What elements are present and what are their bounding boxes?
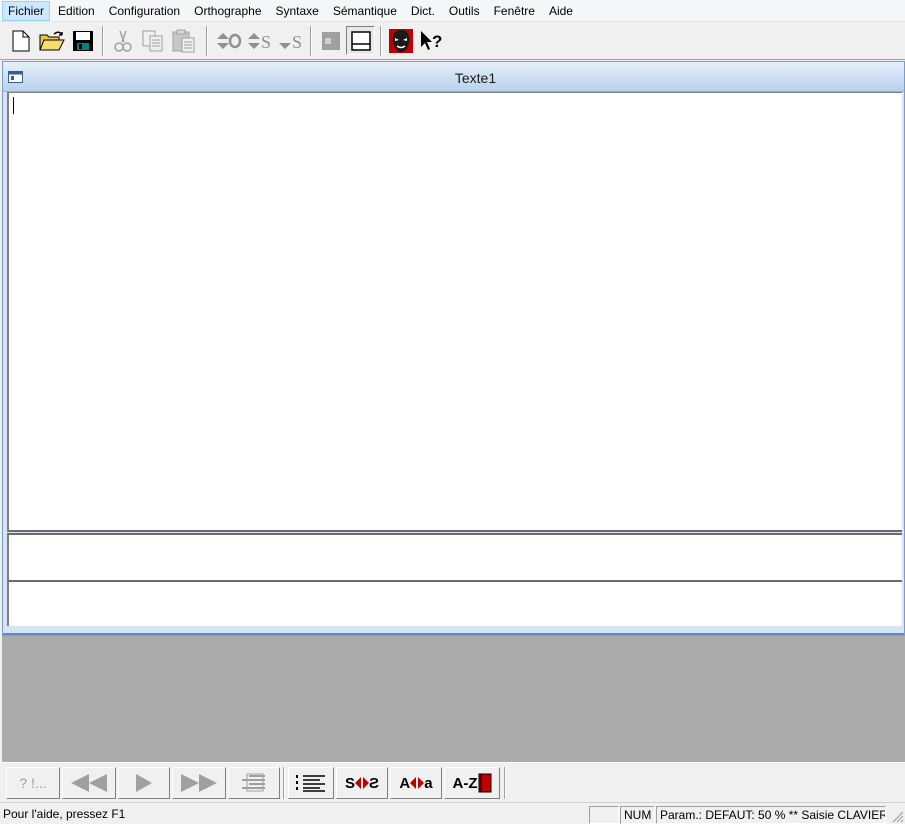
bottom-toolbar-separator <box>504 767 506 799</box>
open-folder-icon <box>38 31 65 50</box>
help-hints-label: ? !... <box>19 775 47 791</box>
menu-aide[interactable]: Aide <box>543 1 579 21</box>
case-swap-label-lower: a <box>424 774 433 792</box>
new-document-icon <box>12 30 29 51</box>
book-icon <box>478 773 491 793</box>
dictionary-label: A-Z <box>452 774 478 792</box>
toolbar-separator <box>102 26 104 56</box>
paste-icon <box>172 29 194 52</box>
bottom-toolbar: ? !... S S A a A-Z <box>0 762 905 802</box>
document-window: Texte1 <box>2 61 905 636</box>
status-help-text: Pour l'aide, pressez F1 <box>3 807 126 821</box>
correction-s-icon: S <box>247 32 271 52</box>
document-titlebar[interactable]: Texte1 <box>3 62 904 92</box>
play-icon <box>136 774 152 792</box>
cut-button[interactable] <box>108 26 137 55</box>
resize-grip-icon[interactable] <box>890 809 904 823</box>
help-cursor-button[interactable]: ? <box>417 26 446 55</box>
correction-s-arrow-button[interactable]: S <box>276 26 305 55</box>
list-button[interactable] <box>288 767 334 799</box>
save-icon <box>72 30 93 51</box>
status-pane-caps <box>589 806 619 824</box>
syntax-swap-label-right: S <box>369 774 380 792</box>
syntax-swap-button[interactable]: S S <box>336 767 388 799</box>
first-button[interactable] <box>62 767 116 799</box>
analysis-pane-1[interactable] <box>7 533 902 580</box>
case-swap-label-upper: A <box>399 774 411 792</box>
svg-text:S: S <box>292 32 302 52</box>
mdi-background <box>2 636 905 762</box>
page-icon <box>321 31 340 50</box>
svg-text:S: S <box>261 32 271 52</box>
status-bar: Pour l'aide, pressez F1 NUM Param.: DEFA… <box>0 802 905 824</box>
text-editor[interactable] <box>7 92 902 532</box>
text-caret <box>13 97 14 114</box>
document-title: Texte1 <box>454 70 497 86</box>
analysis-pane-2[interactable] <box>7 580 902 626</box>
window-bottom-border <box>3 630 904 635</box>
open-button[interactable] <box>37 26 66 55</box>
correction-s-arrow-icon: S <box>278 32 302 52</box>
menu-outils[interactable]: Outils <box>443 1 486 21</box>
menu-syntaxe[interactable]: Syntaxe <box>270 1 325 21</box>
split-window-icon <box>350 30 371 51</box>
paste-button[interactable] <box>169 26 198 55</box>
mask-icon <box>388 28 413 53</box>
menu-orthographe[interactable]: Orthographe <box>188 1 267 21</box>
split-window-button[interactable] <box>346 26 375 55</box>
menu-edition[interactable]: Edition <box>52 1 101 21</box>
bottom-toolbar-separator <box>283 767 285 799</box>
page-button[interactable] <box>316 26 345 55</box>
main-toolbar: S S ? <box>0 23 905 60</box>
outline-icon <box>242 773 265 792</box>
copy-button[interactable] <box>138 26 167 55</box>
toolbar-separator <box>206 26 208 56</box>
cut-icon <box>113 30 132 52</box>
list-icon <box>296 775 325 792</box>
menu-fenetre[interactable]: Fenêtre <box>488 1 541 21</box>
syntax-swap-label-left: S <box>344 774 355 792</box>
case-swap-button[interactable]: A a <box>390 767 442 799</box>
menu-bar: Fichier Edition Configuration Orthograph… <box>0 0 905 22</box>
fast-forward-icon <box>181 774 217 792</box>
correction-o-icon <box>216 32 241 49</box>
help-hints-button[interactable]: ? !... <box>6 767 60 799</box>
status-pane-num: NUM <box>620 806 655 824</box>
svg-text:?: ? <box>432 32 442 51</box>
menu-dict[interactable]: Dict. <box>405 1 441 21</box>
correction-s-button[interactable]: S <box>245 26 274 55</box>
menu-fichier[interactable]: Fichier <box>2 0 51 21</box>
play-button[interactable] <box>118 767 170 799</box>
status-pane-params: Param.: DEFAUT: 50 % ** Saisie CLAVIER *… <box>656 806 886 824</box>
correction-o-button[interactable] <box>214 26 243 55</box>
save-button[interactable] <box>68 26 97 55</box>
help-cursor-icon: ? <box>420 30 442 51</box>
toolbar-separator <box>380 26 382 56</box>
new-document-button[interactable] <box>6 26 35 55</box>
copy-icon <box>142 30 162 51</box>
toolbar-separator <box>310 26 312 56</box>
rewind-icon <box>71 774 107 792</box>
swap-arrows-icon <box>355 777 369 789</box>
last-button[interactable] <box>172 767 226 799</box>
outline-button[interactable] <box>228 767 280 799</box>
dictionary-button[interactable]: A-Z <box>444 767 500 799</box>
mask-button[interactable] <box>386 26 415 55</box>
swap-arrows-icon <box>410 777 425 789</box>
menu-configuration[interactable]: Configuration <box>103 1 186 21</box>
menu-semantique[interactable]: Sémantique <box>327 1 403 21</box>
